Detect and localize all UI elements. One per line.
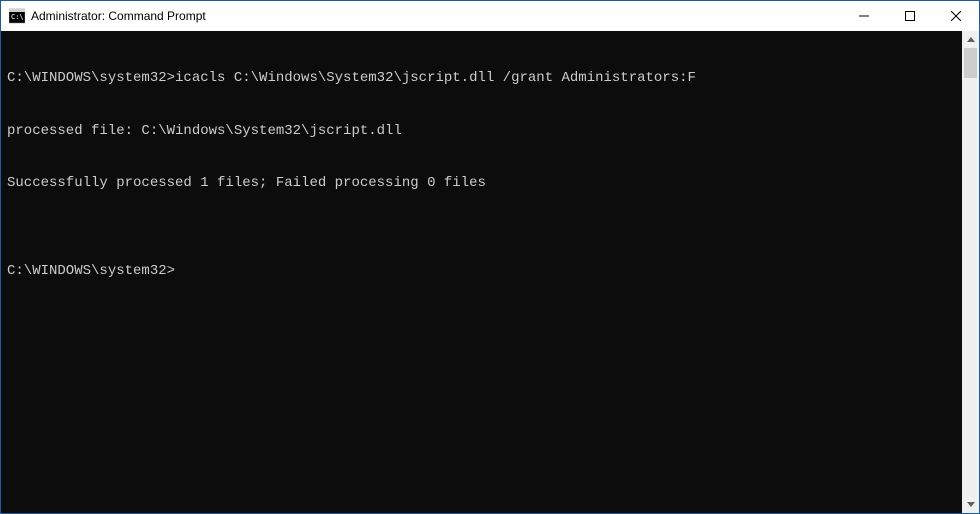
vertical-scrollbar[interactable]: [962, 31, 979, 513]
prompt: C:\WINDOWS\system32>: [7, 263, 175, 279]
console-output[interactable]: C:\WINDOWS\system32>icacls C:\Windows\Sy…: [1, 31, 962, 513]
console-line: C:\WINDOWS\system32>: [7, 263, 956, 281]
console-line: Successfully processed 1 files; Failed p…: [7, 175, 956, 193]
close-button[interactable]: [933, 1, 979, 31]
command-text: icacls C:\Windows\System32\jscript.dll /…: [175, 70, 696, 86]
console-line: processed file: C:\Windows\System32\jscr…: [7, 123, 956, 141]
window-title: Administrator: Command Prompt: [31, 9, 841, 23]
window-controls: [841, 1, 979, 31]
cmd-icon: C:\: [9, 8, 25, 24]
maximize-button[interactable]: [887, 1, 933, 31]
cursor: [175, 265, 183, 279]
prompt: C:\WINDOWS\system32>: [7, 70, 175, 86]
scroll-thumb[interactable]: [964, 48, 977, 78]
cmd-window: C:\ Administrator: Command Prompt C:\WIN…: [0, 0, 980, 514]
titlebar[interactable]: C:\ Administrator: Command Prompt: [1, 1, 979, 31]
console-line: C:\WINDOWS\system32>icacls C:\Windows\Sy…: [7, 70, 956, 88]
svg-text:C:\: C:\: [11, 13, 24, 21]
minimize-button[interactable]: [841, 1, 887, 31]
console-area: C:\WINDOWS\system32>icacls C:\Windows\Sy…: [1, 31, 979, 513]
scroll-up-button[interactable]: [962, 31, 979, 48]
scroll-down-button[interactable]: [962, 496, 979, 513]
